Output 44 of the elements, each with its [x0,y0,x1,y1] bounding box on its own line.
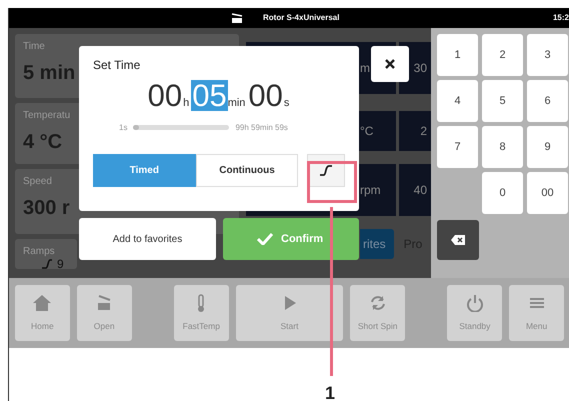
parameter-label: Speed [23,175,53,189]
keypad-key[interactable]: 3 [527,34,568,76]
dialog-title: Set Time [93,57,142,74]
keypad-key[interactable]: 8 [482,126,523,168]
close-button[interactable] [371,46,409,82]
time-unit: min [228,96,246,111]
parameter-value: 300 r [23,197,70,219]
keypad-key[interactable]: 9 [527,126,568,168]
time-segment[interactable]: 00 [146,80,184,111]
favorites-add-button[interactable]: Add to favorites [79,218,216,260]
parameter-label: Time [23,40,46,54]
backspace-icon [451,235,465,245]
thermometer-icon [197,294,206,312]
range-min: 1s [119,122,128,134]
keypad-key[interactable]: 00 [527,172,568,214]
highlight-frame [307,161,357,203]
device-title: Rotor S-4xUniversal [263,12,340,24]
time-unit: s [284,96,290,111]
power-icon [464,294,485,312]
ramp-icon [41,259,53,269]
parameter-value: 4 °C [23,131,62,153]
setpoint-cell: 2 [399,111,431,151]
keypad-key[interactable]: 2 [482,34,523,76]
rotor-icon [231,13,243,23]
time-slider[interactable] [133,125,230,130]
setpoint-cell: 40 [399,164,431,216]
backspace-key[interactable] [437,220,479,260]
keypad-key[interactable]: 0 [482,172,523,214]
parameter-label: Temperatu [23,109,72,123]
keypad-key[interactable]: 1 [437,34,478,76]
callout-number: 1 [325,382,336,401]
keypad-key[interactable]: 5 [482,80,523,122]
parameter-label: Ramps [23,245,56,259]
mode-tab[interactable]: Continuous [196,154,298,186]
keypad-key[interactable]: 6 [527,80,568,122]
ramp-icon [319,164,334,176]
time-unit: h [183,96,190,111]
keypad-key[interactable]: 4 [437,80,478,122]
clock: 15:2 [552,12,569,24]
keypad-key[interactable]: 7 [437,126,478,168]
home-icon [32,294,52,312]
check-icon [257,233,273,245]
parameter-value: 5 min [23,62,76,84]
close-icon [384,58,396,70]
